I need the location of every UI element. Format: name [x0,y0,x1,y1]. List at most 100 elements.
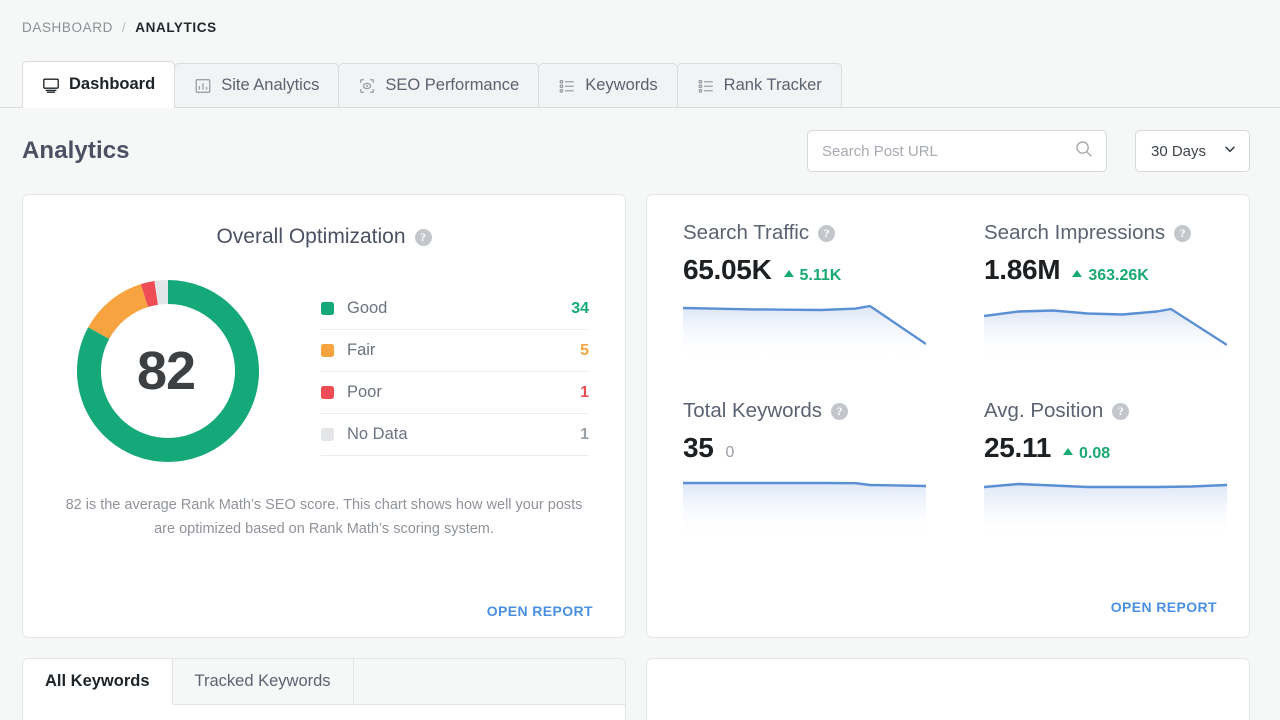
stat-search-impressions-label: Search Impressions [984,221,1166,244]
question-mark-icon[interactable]: ? [414,228,432,246]
legend-row-poor: Poor 1 [321,372,589,414]
caret-up-icon [1072,270,1083,277]
tab-dashboard-label: Dashboard [69,75,156,93]
stat-total-keywords-label: Total Keywords [683,399,823,422]
date-range-select[interactable]: 30 Days [1135,130,1250,172]
stat-search-traffic-delta-value: 5.11K [799,266,842,284]
legend-label-good: Good [347,299,388,317]
stat-avg-position-delta: 0.08 [1063,445,1110,463]
breadcrumb: DASHBOARD / ANALYTICS [0,0,1280,54]
stat-search-traffic-values: 65.05K 5.11K [683,254,926,286]
btab-all-keywords[interactable]: All Keywords [23,659,173,705]
eye-scan-icon [358,77,376,95]
stat-total-keywords: Total Keywords ? 35 0 [647,399,948,577]
date-range-label: 30 Days [1151,142,1207,160]
stat-search-impressions-sparkline [984,298,1227,360]
page-toolbar: Analytics 30 Days [0,108,1280,194]
btab-tracked-keywords[interactable]: Tracked Keywords [172,659,354,705]
stat-avg-position-sparkline [984,476,1227,538]
stats-grid: Search Traffic ? 65.05K 5.11K Search Imp… [647,195,1249,577]
optimization-open-report-link[interactable]: OPEN REPORT [487,603,593,619]
analytics-dashboard-page: DASHBOARD / ANALYTICS Dashboard Site Ana… [0,0,1280,720]
stat-search-traffic-label: Search Traffic [683,221,810,244]
optimization-legend: Good 34 Fair 5 Poor 1 No Data 1 [313,271,625,471]
bottom-section: All Keywords Tracked Keywords [0,638,1280,720]
stats-card: Search Traffic ? 65.05K 5.11K Search Imp… [646,194,1250,638]
stat-avg-position: Avg. Position ? 25.11 0.08 [948,399,1249,577]
swatch-good-icon [321,302,334,315]
search-box[interactable] [807,130,1107,172]
list-icon [697,77,715,95]
swatch-fair-icon [321,344,334,357]
legend-label-poor: Poor [347,383,382,401]
main-tabbar: Dashboard Site Analytics SEO Performance… [0,54,1280,108]
tab-rank-tracker-label: Rank Tracker [723,76,822,94]
keywords-tabbar: All Keywords Tracked Keywords [23,659,625,705]
stat-search-impressions-delta: 363.26K [1072,267,1149,285]
question-mark-icon[interactable]: ? [1112,402,1130,420]
btab-tracked-keywords-label: Tracked Keywords [194,672,331,690]
monitor-icon [42,76,60,94]
page-title: Analytics [22,137,130,164]
stat-search-impressions-delta-value: 363.26K [1088,266,1149,284]
tab-dashboard[interactable]: Dashboard [22,61,176,108]
stat-search-traffic: Search Traffic ? 65.05K 5.11K [647,221,948,399]
optimization-donut-chart: 82 [23,271,313,471]
chevron-down-icon [1223,142,1237,160]
overall-optimization-card: Overall Optimization ? 82 Good 34 Fair 5… [22,194,626,638]
legend-row-good: Good 34 [321,288,589,330]
legend-row-no-data: No Data 1 [321,414,589,456]
swatch-no-data-icon [321,428,334,441]
stat-avg-position-label: Avg. Position [984,399,1104,422]
tab-rank-tracker[interactable]: Rank Tracker [676,63,842,107]
search-input[interactable] [822,142,1074,160]
stat-total-keywords-values: 35 0 [683,432,926,464]
stat-search-impressions: Search Impressions ? 1.86M 363.26K [948,221,1249,399]
stat-search-traffic-delta: 5.11K [783,266,842,285]
optimization-description: 82 is the average Rank Math’s SEO score.… [65,497,583,537]
legend-value-fair: 5 [580,341,589,359]
legend-row-fair: Fair 5 [321,330,589,372]
stats-open-report-link[interactable]: OPEN REPORT [1111,599,1217,615]
tab-seo-performance-label: SEO Performance [385,76,520,94]
legend-value-no-data: 1 [580,425,589,443]
legend-value-good: 34 [571,299,589,317]
question-mark-icon[interactable]: ? [818,224,836,242]
breadcrumb-separator: / [121,19,127,35]
btab-all-keywords-label: All Keywords [45,672,150,690]
stat-search-traffic-value: 65.05K [683,254,772,285]
search-icon[interactable] [1074,139,1094,164]
tab-keywords-label: Keywords [585,76,658,94]
bar-chart-icon [194,77,212,95]
stat-avg-position-delta-value: 0.08 [1079,444,1111,462]
legend-value-poor: 1 [580,383,589,401]
question-mark-icon[interactable]: ? [831,402,849,420]
tab-site-analytics-label: Site Analytics [221,76,320,94]
overall-optimization-title-text: Overall Optimization [216,225,406,248]
caret-up-icon [1063,448,1074,455]
stat-search-impressions-values: 1.86M 363.26K [984,254,1227,286]
stat-search-impressions-value: 1.86M [984,254,1061,285]
caret-up-icon [783,270,794,277]
stat-search-impressions-head: Search Impressions ? [984,221,1227,245]
breadcrumb-analytics: ANALYTICS [135,19,217,35]
tab-seo-performance[interactable]: SEO Performance [338,63,540,107]
overall-optimization-title: Overall Optimization ? [23,195,625,249]
question-mark-icon[interactable]: ? [1174,224,1192,242]
overall-optimization-body: 82 Good 34 Fair 5 Poor 1 No Data 1 [23,249,625,471]
tab-keywords[interactable]: Keywords [538,63,678,107]
stat-avg-position-value: 25.11 [984,432,1052,463]
stat-total-keywords-sparkline [683,476,926,538]
toolbar-controls: 30 Days [807,130,1250,172]
stat-avg-position-values: 25.11 0.08 [984,432,1227,464]
tab-site-analytics[interactable]: Site Analytics [174,63,340,107]
breadcrumb-dashboard[interactable]: DASHBOARD [22,20,113,35]
keywords-card: All Keywords Tracked Keywords [22,658,626,720]
keywords-tabbar-filler [353,659,625,705]
list-icon [558,77,576,95]
stat-total-keywords-value: 35 [683,432,714,463]
stat-search-traffic-sparkline [683,298,926,360]
swatch-poor-icon [321,386,334,399]
secondary-bottom-card [646,658,1250,720]
stat-total-keywords-delta: 0 [726,444,735,462]
